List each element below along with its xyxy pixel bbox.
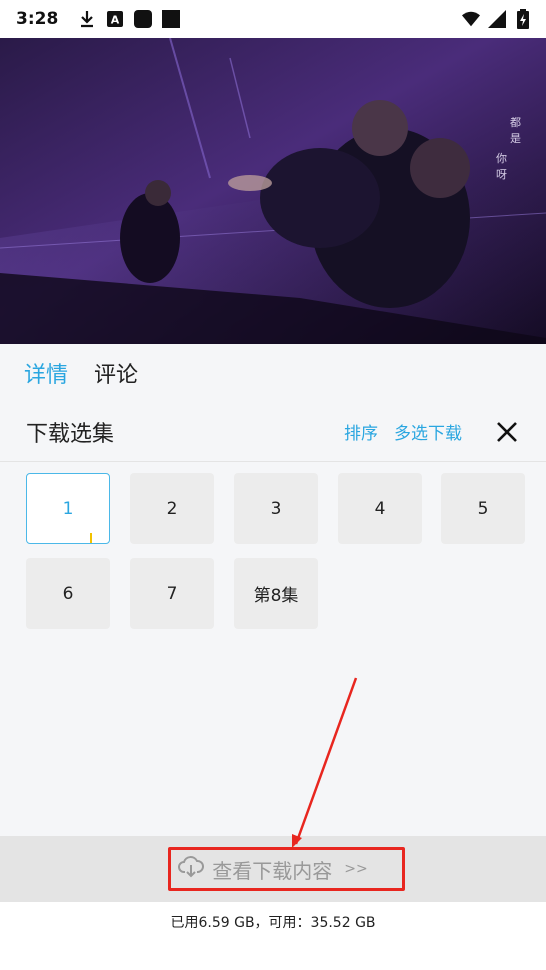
sheet-title: 下载选集 bbox=[26, 421, 115, 447]
video-frame: 都 是 你 呀 bbox=[0, 38, 546, 344]
episode-label: 第8集 bbox=[253, 586, 299, 606]
episode-button[interactable]: 6 bbox=[26, 558, 110, 629]
episode-label: 1 bbox=[62, 498, 74, 519]
signal-icon bbox=[488, 10, 506, 28]
episode-label: 2 bbox=[166, 498, 178, 519]
tab-comments[interactable]: 评论 bbox=[94, 357, 138, 389]
status-bar: 3:28 A bbox=[0, 0, 546, 38]
episode-button[interactable]: 4 bbox=[338, 473, 422, 544]
episode-label: 7 bbox=[166, 583, 178, 604]
overlay-char: 都 bbox=[510, 116, 521, 129]
multi-download-button[interactable]: 多选下载 bbox=[394, 419, 462, 444]
square-icon bbox=[162, 10, 181, 28]
wifi-icon bbox=[462, 10, 480, 28]
svg-text:A: A bbox=[111, 14, 120, 27]
status-time: 3:28 bbox=[16, 9, 59, 29]
video-player[interactable]: 都 是 你 呀 bbox=[0, 38, 546, 344]
sort-button[interactable]: 排序 bbox=[344, 419, 378, 444]
episode-button[interactable]: 3 bbox=[234, 473, 318, 544]
detail-tabs: 详情 评论 bbox=[0, 344, 546, 402]
status-icons-right bbox=[462, 9, 532, 29]
bottom-spacer bbox=[0, 942, 546, 970]
download-icon bbox=[78, 10, 96, 28]
episode-label: 5 bbox=[477, 498, 489, 519]
storage-info: 已用6.59 GB，可用：35.52 GB bbox=[0, 902, 546, 942]
close-icon[interactable] bbox=[492, 417, 522, 447]
tab-details[interactable]: 详情 bbox=[24, 357, 68, 389]
overlay-char: 你 bbox=[496, 152, 507, 165]
playing-marker bbox=[90, 533, 92, 543]
sheet-actions: 排序 多选下载 bbox=[344, 417, 522, 447]
overlay-char: 呀 bbox=[496, 168, 507, 181]
annotation-highlight-box bbox=[168, 847, 405, 891]
status-icons-left: A bbox=[78, 10, 181, 28]
overlay-char: 是 bbox=[510, 132, 521, 145]
a-icon: A bbox=[106, 10, 124, 28]
download-sheet-header: 下载选集 排序 多选下载 bbox=[0, 402, 546, 462]
episode-grid: 1 2 3 4 5 6 7 第8集 bbox=[0, 463, 546, 836]
episode-label: 3 bbox=[270, 498, 282, 519]
episode-button[interactable]: 5 bbox=[441, 473, 525, 544]
episode-button[interactable]: 1 bbox=[26, 473, 110, 544]
episode-button[interactable]: 7 bbox=[130, 558, 214, 629]
episode-label: 4 bbox=[374, 498, 386, 519]
square-icon bbox=[134, 10, 153, 28]
battery-icon bbox=[514, 9, 532, 29]
episode-button[interactable]: 第8集 bbox=[234, 558, 318, 629]
episode-button[interactable]: 2 bbox=[130, 473, 214, 544]
episode-label: 6 bbox=[62, 583, 74, 604]
